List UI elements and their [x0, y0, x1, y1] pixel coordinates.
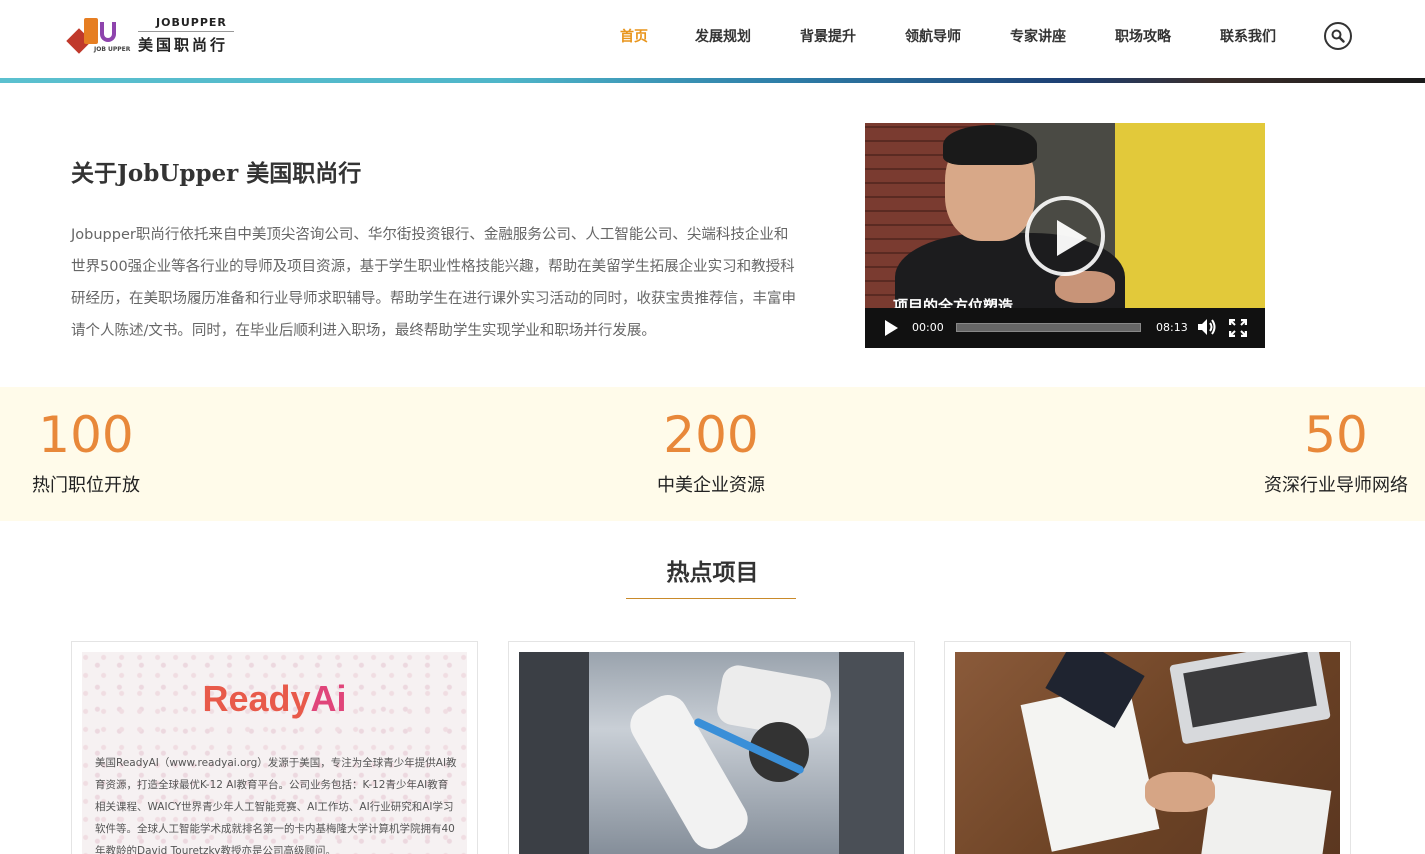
stat-value: 100 — [38, 406, 134, 464]
logo-name-en: JOBUPPER — [156, 16, 227, 29]
site-header: JOB UPPER JOBUPPER 美国职尚行 首页 发展规划 背景提升 领航… — [0, 0, 1425, 78]
project-card-business[interactable] — [944, 641, 1351, 854]
logo-mark-text: JOB UPPER — [94, 46, 131, 53]
stat-open-positions: 100 热门职位开放 — [32, 387, 140, 497]
video-yellow-wall — [1115, 123, 1265, 308]
stat-label: 资深行业导师网络 — [1264, 475, 1408, 496]
stat-company-resources: 200 中美企业资源 — [640, 387, 782, 497]
logo-mark: JOB UPPER — [66, 18, 130, 54]
project-card-image — [955, 652, 1340, 854]
stat-label: 热门职位开放 — [32, 475, 140, 496]
site-logo[interactable]: JOB UPPER JOBUPPER 美国职尚行 — [66, 16, 240, 56]
nav-item-expert-lectures[interactable]: 专家讲座 — [1010, 26, 1066, 46]
search-button[interactable] — [1324, 22, 1352, 50]
nav-item-career-guide[interactable]: 职场攻略 — [1115, 26, 1171, 46]
nav-item-home[interactable]: 首页 — [620, 26, 648, 46]
intro-video-player[interactable]: 项目的全方位塑造 00:00 08:13 — [865, 123, 1265, 348]
stats-band: 100 热门职位开放 200 中美企业资源 50 资深行业导师网络 — [0, 387, 1425, 521]
stat-value: 200 — [663, 406, 759, 464]
video-current-time: 00:00 — [912, 321, 944, 334]
project-card-image — [519, 652, 904, 854]
volume-icon[interactable] — [1197, 318, 1217, 336]
logo-divider — [138, 31, 234, 32]
search-icon — [1331, 29, 1345, 43]
nav-item-development-planning[interactable]: 发展规划 — [695, 26, 751, 46]
stat-value: 50 — [1304, 406, 1368, 464]
nav-item-mentors[interactable]: 领航导师 — [905, 26, 961, 46]
project-card-image: ReadyAi 美国ReadyAI（www.readyai.org）发源于美国，… — [82, 652, 467, 854]
section-title-underline — [626, 598, 796, 599]
about-description: Jobupper职尚行依托来自中美顶尖咨询公司、华尔街投资银行、金融服务公司、人… — [71, 227, 796, 339]
project-card-readyai[interactable]: ReadyAi 美国ReadyAI（www.readyai.org）发源于美国，… — [71, 641, 478, 854]
header-banner-strip — [0, 78, 1425, 83]
readyai-logo-ready: Ready — [202, 678, 311, 719]
handshake-image — [1145, 772, 1215, 812]
stat-mentor-network: 50 资深行业导师网络 — [1258, 387, 1414, 497]
video-controls: 00:00 08:13 — [865, 308, 1265, 348]
stat-label: 中美企业资源 — [657, 475, 765, 496]
video-progress-bar[interactable] — [956, 323, 1141, 332]
logo-name-cn: 美国职尚行 — [138, 36, 229, 54]
readyai-logo: ReadyAi — [82, 678, 467, 720]
fullscreen-icon[interactable] — [1229, 319, 1247, 337]
nav-item-background-boost[interactable]: 背景提升 — [800, 26, 856, 46]
video-person-hair — [943, 125, 1037, 165]
project-card-robotics[interactable] — [508, 641, 915, 854]
play-icon[interactable] — [885, 320, 898, 336]
about-title: 关于JobUpper 美国职尚行 — [71, 160, 362, 187]
section-title: 热点项目 — [666, 560, 759, 586]
big-play-button[interactable] — [1025, 196, 1105, 276]
readyai-description: 美国ReadyAI（www.readyai.org）发源于美国，专注为全球青少年… — [95, 757, 457, 854]
readyai-logo-ai: Ai — [310, 678, 347, 719]
video-duration: 08:13 — [1156, 321, 1188, 334]
nav-item-contact[interactable]: 联系我们 — [1220, 26, 1276, 46]
